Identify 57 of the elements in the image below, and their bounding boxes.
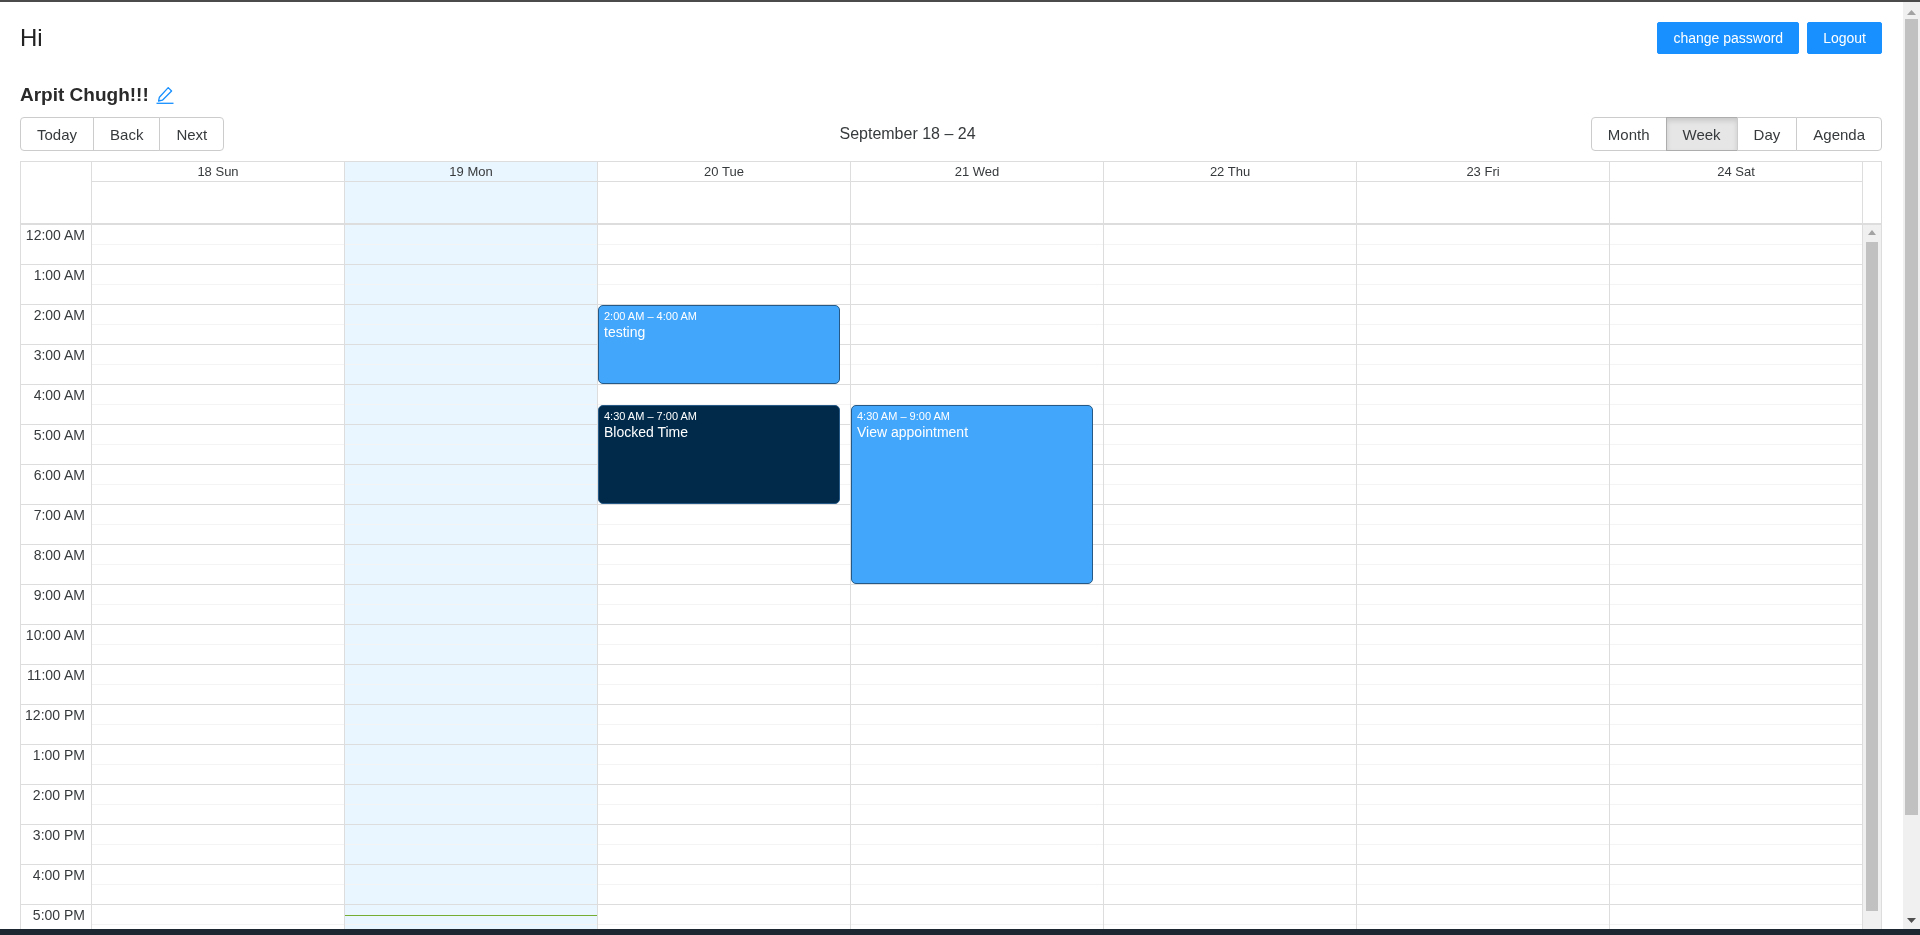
date-range-label: September 18 – 24 [839, 125, 976, 143]
time-label: 11:00 AM [26, 667, 85, 683]
scroll-up-icon[interactable] [1907, 10, 1916, 15]
time-label: 12:00 AM [25, 227, 85, 243]
event-time: 4:30 AM – 9:00 AM [857, 410, 950, 423]
event-title: Blocked Time [604, 424, 689, 441]
day-column[interactable]: 2:00 AM – 4:00 AM testing 4:30 AM – 7:00 AM Blocked Time [597, 225, 850, 929]
time-label: 7:00 AM [33, 507, 85, 523]
time-label: 6:00 AM [33, 467, 85, 483]
time-label: 8:00 AM [33, 547, 85, 563]
time-label: 5:00 AM [33, 427, 85, 443]
view-tab[interactable]: Agenda [1796, 117, 1882, 151]
day-column[interactable] [1103, 225, 1356, 929]
view-tab[interactable]: Month [1590, 117, 1667, 151]
pencil-icon[interactable] [155, 85, 174, 104]
scrollbar-track[interactable] [1862, 225, 1881, 929]
event-title: View appointment [857, 424, 969, 441]
scroll-down-icon[interactable] [1907, 918, 1916, 923]
scrollbar-thumb[interactable] [1866, 242, 1878, 911]
event-card[interactable]: 4:30 AM – 7:00 AM Blocked Time [598, 405, 840, 504]
time-label: 10:00 AM [25, 627, 85, 643]
view-tab[interactable]: Day [1736, 117, 1798, 151]
day-column[interactable] [344, 225, 597, 929]
time-label: 4:00 AM [33, 387, 85, 403]
time-label: 2:00 PM [32, 787, 85, 803]
event-time: 4:30 AM – 7:00 AM [604, 410, 697, 423]
time-label: 9:00 AM [33, 587, 85, 603]
day-header[interactable]: 22 Thu [1104, 162, 1356, 182]
time-label: 2:00 AM [33, 307, 85, 323]
day-column[interactable] [91, 225, 344, 929]
day-column[interactable] [1356, 225, 1609, 929]
today-button[interactable]: Today [20, 117, 95, 151]
day-column[interactable] [1609, 225, 1862, 929]
time-label: 3:00 AM [33, 347, 85, 363]
scroll-up-icon[interactable] [1868, 230, 1876, 235]
all-day-cell[interactable] [345, 182, 597, 223]
time-label: 1:00 AM [33, 267, 85, 283]
day-header[interactable]: 24 Sat [1610, 162, 1862, 182]
time-label: 3:00 PM [32, 827, 85, 843]
event-time: 2:00 AM – 4:00 AM [604, 310, 697, 323]
scrollbar-track[interactable] [1903, 2, 1920, 929]
time-label: 12:00 PM [25, 707, 85, 723]
time-label: 4:00 PM [32, 867, 85, 883]
day-header[interactable]: 19 Mon [345, 162, 597, 182]
greeting-heading: Hi [20, 23, 43, 53]
user-name: Arpit Chugh!!! [20, 83, 149, 106]
day-header[interactable]: 21 Wed [851, 162, 1103, 182]
day-header[interactable]: 23 Fri [1357, 162, 1609, 182]
view-tab[interactable]: Week [1665, 117, 1738, 151]
time-label: 5:00 PM [32, 907, 85, 923]
back-button[interactable]: Back [93, 117, 161, 151]
day-header[interactable]: 20 Tue [598, 162, 850, 182]
day-header[interactable]: 18 Sun [92, 162, 344, 182]
scrollbar-thumb[interactable] [1905, 19, 1918, 815]
event-title: testing [604, 324, 646, 341]
time-label: 1:00 PM [32, 747, 85, 763]
next-button[interactable]: Next [159, 117, 225, 151]
